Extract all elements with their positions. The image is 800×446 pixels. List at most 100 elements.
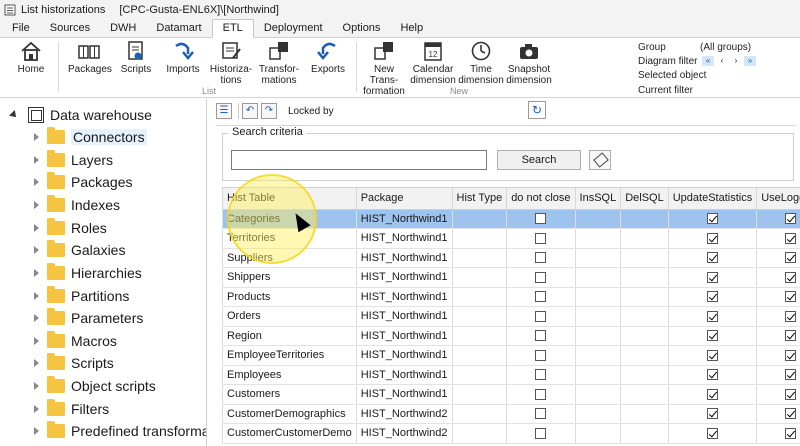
cell-hist-table[interactable]: Shippers <box>222 267 357 288</box>
cell-delsql[interactable] <box>620 423 669 444</box>
expand-icon[interactable] <box>34 133 39 141</box>
col-header-hist-type[interactable]: Hist Type <box>452 188 508 210</box>
checkbox[interactable] <box>706 388 718 400</box>
cell-hist-type[interactable] <box>452 209 508 229</box>
checkbox[interactable] <box>706 369 718 381</box>
cell-package[interactable]: HIST_Northwind2 <box>356 404 453 424</box>
cell-inssql[interactable] <box>575 306 622 327</box>
cell-update-statistics[interactable] <box>668 365 758 385</box>
cell-hist-table[interactable]: Region <box>222 326 357 346</box>
expand-icon[interactable] <box>34 156 39 164</box>
cell-package[interactable]: HIST_Northwind2 <box>356 423 453 444</box>
checkbox[interactable] <box>535 310 547 322</box>
col-header-use-logging[interactable]: UseLogging <box>756 188 800 210</box>
cell-delsql[interactable] <box>620 345 669 366</box>
cell-do-not-close[interactable] <box>506 267 576 288</box>
col-header-delsql[interactable]: DelSQL <box>620 188 669 210</box>
expand-icon[interactable] <box>34 405 39 413</box>
tab-options[interactable]: Options <box>333 20 391 37</box>
cell-delsql[interactable] <box>620 365 669 385</box>
cell-do-not-close[interactable] <box>506 228 576 249</box>
cell-use-logging[interactable] <box>756 248 800 268</box>
cell-hist-type[interactable] <box>452 306 508 327</box>
cell-hist-table[interactable]: EmployeeTerritories <box>222 345 357 366</box>
tab-sources[interactable]: Sources <box>40 20 100 37</box>
cell-inssql[interactable] <box>575 228 622 249</box>
checkbox[interactable] <box>535 388 547 400</box>
cell-update-statistics[interactable] <box>668 384 758 405</box>
tab-help[interactable]: Help <box>390 20 433 37</box>
eraser-icon[interactable] <box>589 150 611 170</box>
exports-button[interactable]: Exports <box>308 40 348 75</box>
refresh-icon[interactable]: ↻ <box>528 101 546 119</box>
expand-icon[interactable] <box>34 427 39 435</box>
cell-inssql[interactable] <box>575 345 622 366</box>
cell-delsql[interactable] <box>620 209 669 229</box>
checkbox[interactable] <box>535 271 547 283</box>
tree-item-parameters[interactable]: Parameters <box>34 308 143 328</box>
cell-do-not-close[interactable] <box>506 345 576 366</box>
checkbox[interactable] <box>785 330 797 342</box>
transformations-button[interactable]: Transfor- mations <box>258 40 300 86</box>
cell-hist-type[interactable] <box>452 267 508 288</box>
cell-hist-table[interactable]: Categories <box>222 209 357 229</box>
cell-package[interactable]: HIST_Northwind1 <box>356 209 453 229</box>
cell-delsql[interactable] <box>620 287 669 307</box>
checkbox[interactable] <box>706 232 718 244</box>
home-button[interactable]: Home <box>14 40 48 75</box>
cell-package[interactable]: HIST_Northwind1 <box>356 365 453 385</box>
cell-delsql[interactable] <box>620 248 669 268</box>
cell-update-statistics[interactable] <box>668 326 758 346</box>
tab-datamart[interactable]: Datamart <box>146 20 211 37</box>
cell-hist-type[interactable] <box>452 404 508 424</box>
prev-icon[interactable]: ‹ <box>716 56 728 66</box>
cell-inssql[interactable] <box>575 384 622 405</box>
tree-item-object-scripts[interactable]: Object scripts <box>34 376 156 396</box>
tree-item-macros[interactable]: Macros <box>34 331 117 351</box>
checkbox[interactable] <box>785 349 797 361</box>
checkbox[interactable] <box>785 388 797 400</box>
col-header-update-statistics[interactable]: UpdateStatistics <box>668 188 758 210</box>
snapshot-dimension-button[interactable]: Snapshot dimension <box>506 40 552 86</box>
col-header-package[interactable]: Package <box>356 188 453 210</box>
next-icon[interactable]: › <box>730 56 742 66</box>
table-row[interactable]: Customers HIST_Northwind1 <box>222 384 800 405</box>
checkbox[interactable] <box>706 252 718 264</box>
cell-package[interactable]: HIST_Northwind1 <box>356 287 453 307</box>
table-row[interactable]: Suppliers HIST_Northwind1 <box>222 248 800 268</box>
packages-button[interactable]: Packages <box>68 40 112 75</box>
col-header-hist-table[interactable]: Hist Table <box>222 188 357 210</box>
cell-hist-type[interactable] <box>452 228 508 249</box>
checkbox[interactable] <box>535 408 547 420</box>
cell-do-not-close[interactable] <box>506 306 576 327</box>
cell-inssql[interactable] <box>575 267 622 288</box>
group-value[interactable]: (All groups) <box>700 42 751 53</box>
collapse-icon[interactable] <box>9 110 19 120</box>
checkbox[interactable] <box>535 213 547 225</box>
tab-etl[interactable]: ETL <box>211 19 254 38</box>
checkbox[interactable] <box>785 408 797 420</box>
expand-icon[interactable] <box>34 359 39 367</box>
cell-package[interactable]: HIST_Northwind1 <box>356 326 453 346</box>
cell-inssql[interactable] <box>575 423 622 444</box>
tree-item-galaxies[interactable]: Galaxies <box>34 240 125 260</box>
first-icon[interactable]: « <box>702 56 714 66</box>
checkbox[interactable] <box>535 252 547 264</box>
calendar-dimension-button[interactable]: 12 Calendar dimension <box>410 40 456 86</box>
cell-hist-type[interactable] <box>452 365 508 385</box>
cell-use-logging[interactable] <box>756 306 800 327</box>
col-header-do-not-close[interactable]: do not close <box>506 188 576 210</box>
cell-use-logging[interactable] <box>756 423 800 444</box>
tree-item-layers[interactable]: Layers <box>34 150 113 170</box>
tree-root[interactable]: Data warehouse <box>9 107 152 123</box>
cell-update-statistics[interactable] <box>668 423 758 444</box>
cell-use-logging[interactable] <box>756 345 800 366</box>
cell-update-statistics[interactable] <box>668 287 758 307</box>
cell-update-statistics[interactable] <box>668 345 758 366</box>
table-row[interactable]: Products HIST_Northwind1 <box>222 287 800 307</box>
tree-item-predefined-transformations[interactable]: Predefined transforma <box>34 421 206 441</box>
redo-icon[interactable]: ↷ <box>261 103 277 119</box>
table-row[interactable]: CustomerDemographics HIST_Northwind2 <box>222 404 800 424</box>
tree-item-hierarchies[interactable]: Hierarchies <box>34 263 142 283</box>
table-row[interactable]: Orders HIST_Northwind1 <box>222 306 800 327</box>
